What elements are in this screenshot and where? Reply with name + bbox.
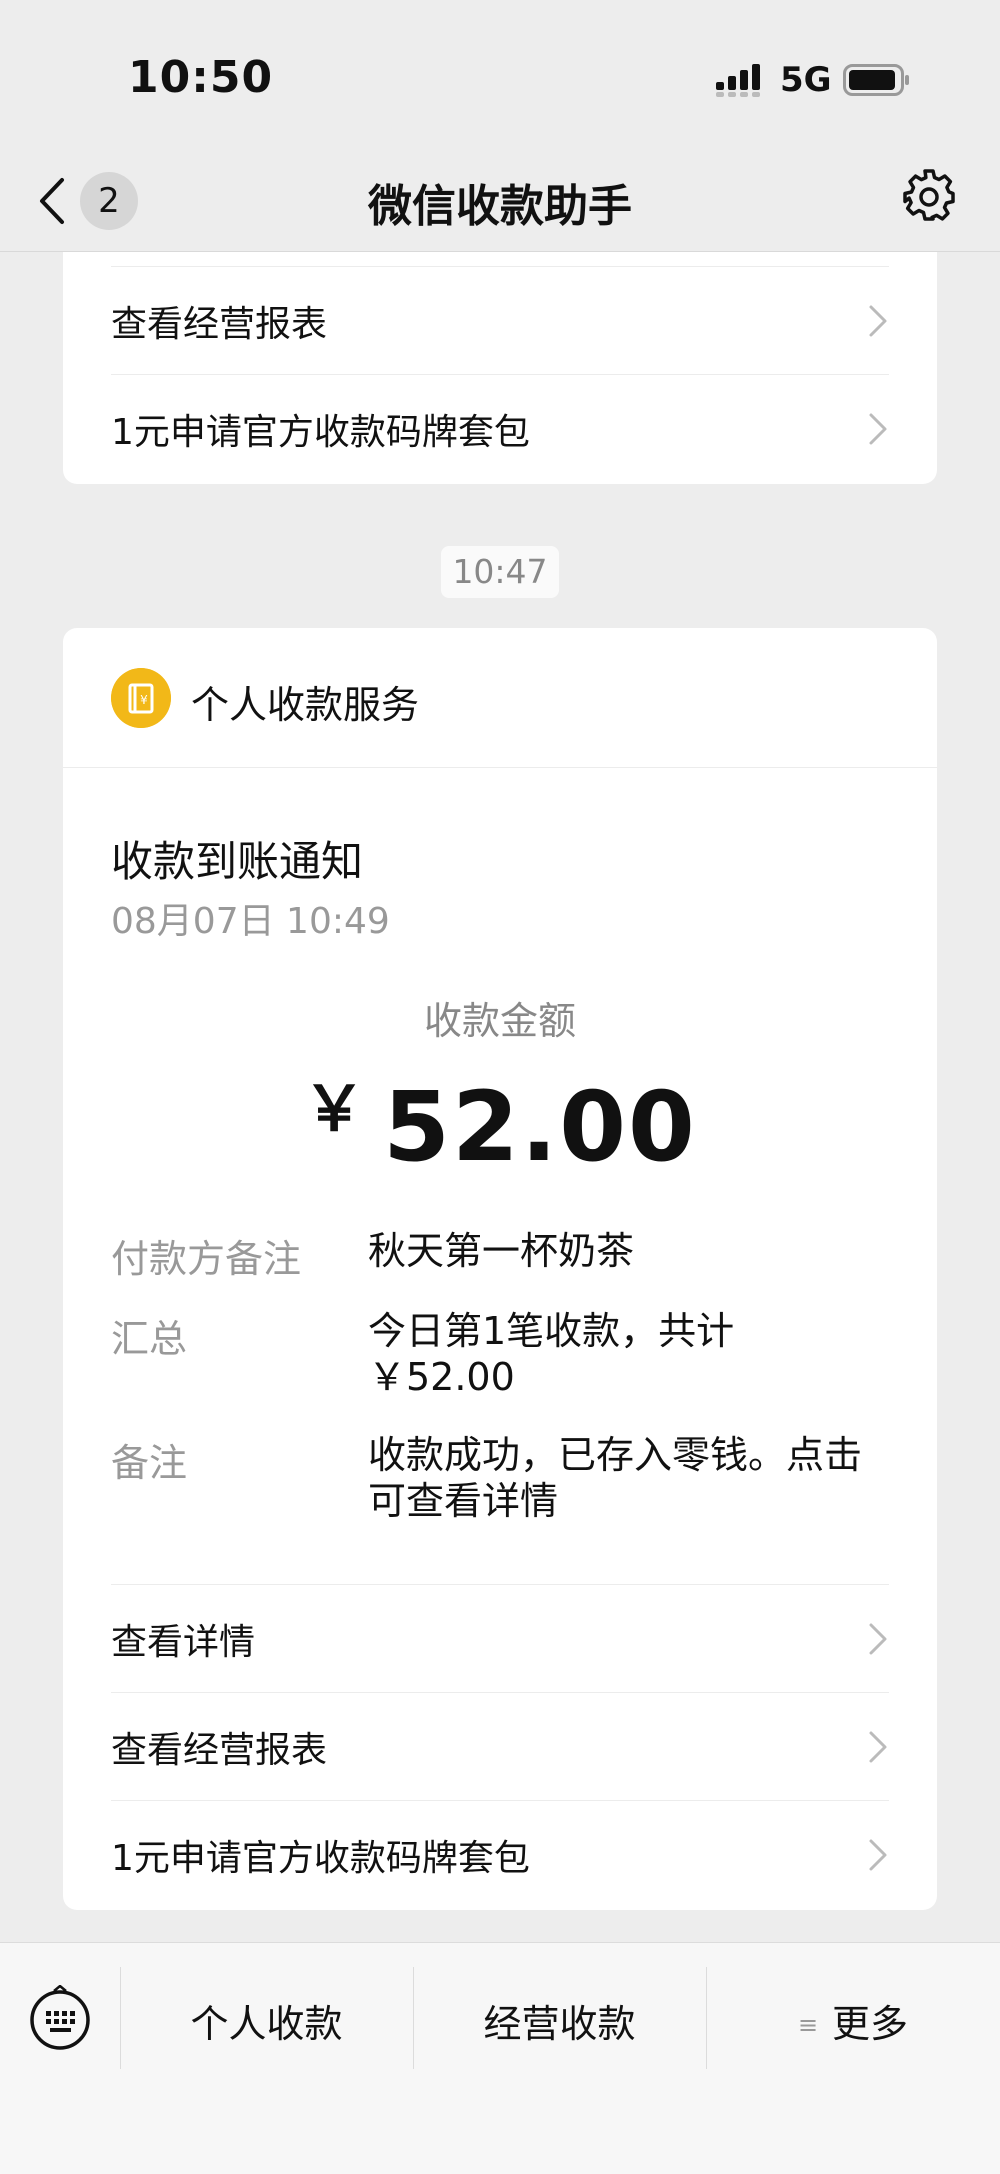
page-title: 微信收款助手 bbox=[368, 181, 632, 232]
payment-notification-card[interactable]: ¥ 个人收款服务 收款到账通知 08月07日 10:49 收款金额 ￥ 52.00… bbox=[63, 628, 937, 1910]
menu-lines-icon: ≡ bbox=[797, 2011, 819, 2039]
summary-key: 汇总 bbox=[111, 1317, 188, 1361]
menu-personal-collection[interactable]: 个人收款 bbox=[120, 1993, 413, 2048]
keyboard-icon[interactable] bbox=[28, 1985, 92, 2051]
remark-line: 可查看详情 bbox=[368, 1479, 559, 1523]
chevron-right-icon bbox=[869, 305, 887, 337]
row-label: 查看经营报表 bbox=[111, 304, 328, 345]
row-label: 1元申请官方收款码牌套包 bbox=[111, 1838, 530, 1879]
payer-note-value: 秋天第一杯奶茶 bbox=[368, 1229, 635, 1273]
remark-key: 备注 bbox=[111, 1441, 188, 1485]
wallet-yen-icon: ¥ bbox=[111, 668, 171, 728]
row-label: 1元申请官方收款码牌套包 bbox=[111, 412, 530, 453]
business-report-row[interactable]: 查看经营报表 bbox=[111, 1692, 889, 1800]
notification-title: 收款到账通知 bbox=[111, 837, 364, 886]
gear-icon[interactable] bbox=[901, 167, 957, 223]
summary-value: 今日第1笔收款，共计 ￥52.00 bbox=[368, 1308, 908, 1400]
remark-line: 收款成功，已存入零钱。点击 bbox=[368, 1433, 863, 1477]
nav-bar: 2 微信收款助手 bbox=[0, 150, 1000, 252]
menu-business-collection[interactable]: 经营收款 bbox=[413, 1993, 706, 2048]
status-bar: 10:50 5G bbox=[0, 0, 1000, 150]
summary-line: 今日第1笔收款，共计 bbox=[368, 1309, 735, 1353]
chevron-right-icon bbox=[869, 1731, 887, 1763]
amount-number: 52.00 bbox=[383, 1071, 697, 1183]
svg-text:¥: ¥ bbox=[140, 693, 148, 707]
notification-time: 08月07日 10:49 bbox=[111, 901, 390, 942]
network-type-label: 5G bbox=[780, 60, 832, 100]
view-details-row[interactable]: 查看详情 bbox=[111, 1584, 889, 1692]
payer-note-key: 付款方备注 bbox=[111, 1237, 302, 1281]
chevron-right-icon bbox=[869, 1839, 887, 1871]
apply-qr-kit-row[interactable]: 1元申请官方收款码牌套包 bbox=[111, 374, 889, 482]
battery-icon bbox=[843, 64, 909, 96]
row-label: 查看详情 bbox=[111, 1622, 256, 1663]
business-report-row[interactable]: 查看经营报表 bbox=[111, 266, 889, 374]
service-name: 个人收款服务 bbox=[191, 683, 420, 727]
menu-more-label: 更多 bbox=[832, 2002, 909, 2046]
chevron-right-icon bbox=[869, 1623, 887, 1655]
chevron-right-icon bbox=[869, 413, 887, 445]
signal-icon bbox=[716, 64, 760, 97]
remark-value: 收款成功，已存入零钱。点击 可查看详情 bbox=[368, 1432, 908, 1524]
message-timestamp: 10:47 bbox=[441, 546, 559, 598]
row-label: 查看经营报表 bbox=[111, 1730, 328, 1771]
card-header: ¥ 个人收款服务 bbox=[63, 628, 937, 768]
summary-line: ￥52.00 bbox=[368, 1355, 515, 1399]
status-time: 10:50 bbox=[128, 52, 274, 103]
amount-value: ￥ 52.00 bbox=[63, 1058, 937, 1183]
menu-more[interactable]: ≡ 更多 bbox=[706, 1993, 1000, 2048]
previous-message-card: 查看经营报表 1元申请官方收款码牌套包 bbox=[63, 252, 937, 484]
bottom-menu-bar: 个人收款 经营收款 ≡ 更多 bbox=[0, 1942, 1000, 2174]
amount-label: 收款金额 bbox=[423, 999, 576, 1043]
apply-qr-kit-row[interactable]: 1元申请官方收款码牌套包 bbox=[111, 1800, 889, 1908]
currency-symbol: ￥ bbox=[303, 1072, 368, 1145]
